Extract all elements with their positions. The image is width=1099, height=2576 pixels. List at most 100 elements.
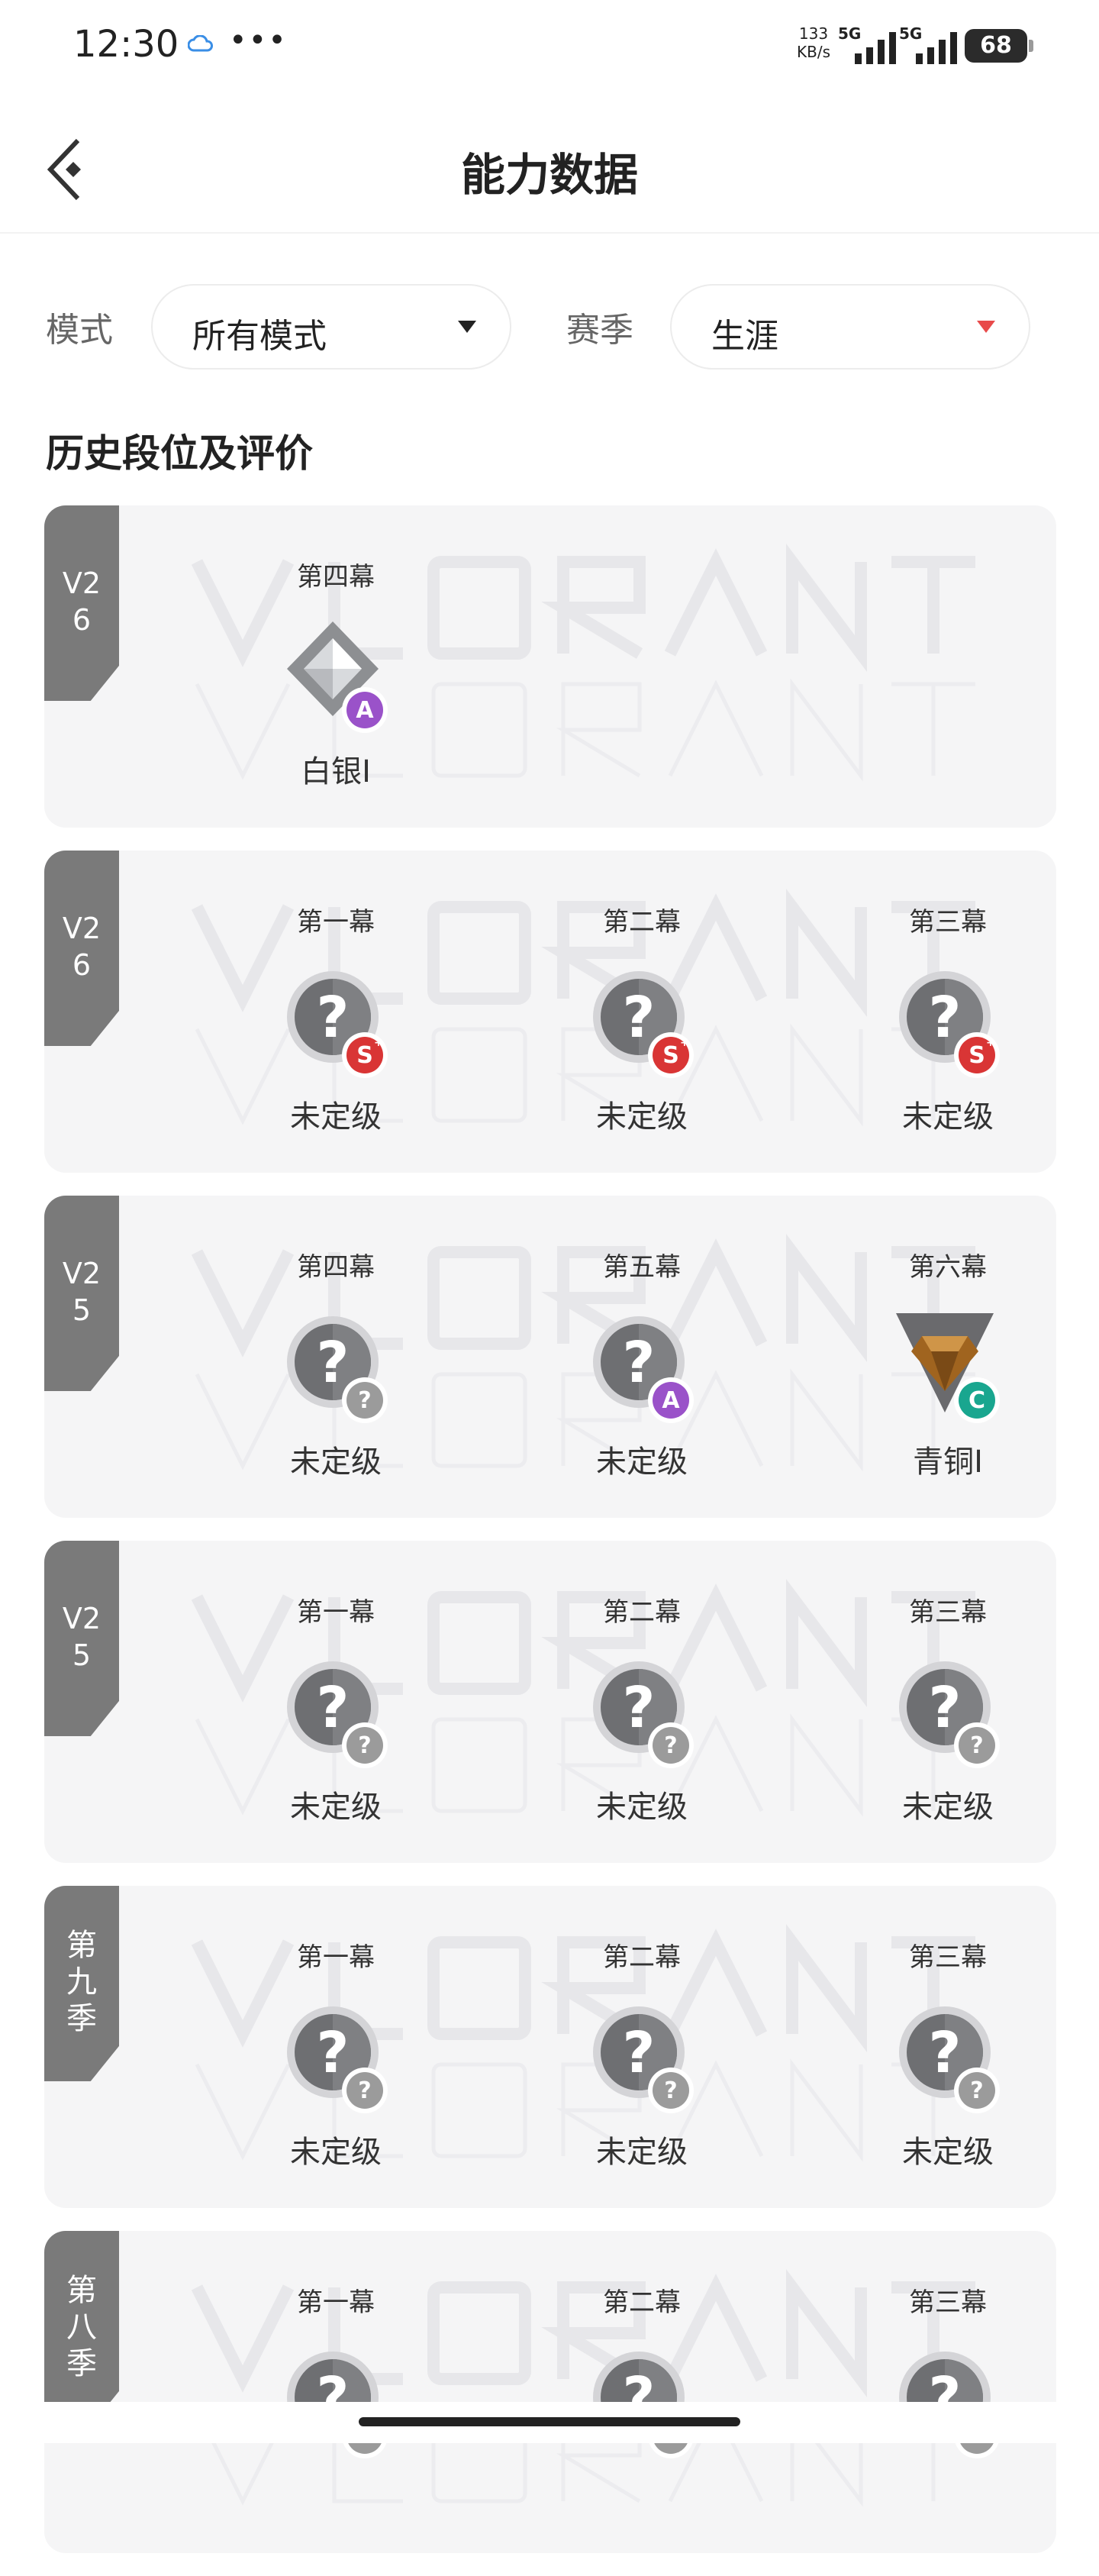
grade-badge-c: C [954, 1377, 1000, 1423]
act-rank-item[interactable]: 第四幕 ? ? 未定级 [252, 1237, 420, 1496]
svg-text:A: A [356, 697, 374, 724]
act-label: 第五幕 [603, 1252, 681, 1283]
rank-name: 未定级 [290, 1099, 382, 1135]
svg-text:?: ? [317, 985, 350, 1051]
act-label: 第二幕 [603, 1597, 681, 1628]
season-card[interactable]: 第九季 第一幕 ? ? 未定级 第二幕 ? ? 未定级 第三幕 ? ? 未定级 [44, 1886, 1056, 2208]
svg-text:?: ? [623, 2020, 656, 2086]
season-value: 生涯 [711, 317, 778, 356]
grade-badge-splus: S + [648, 1032, 694, 1078]
grade-badge-unknown: ? [954, 2068, 1000, 2113]
season-tag: V26 [44, 505, 119, 701]
season-card[interactable]: V25 第四幕 ? ? 未定级 第五幕 ? A 未定级 第六幕 C 青铜I [44, 1196, 1056, 1518]
act-rank-item[interactable]: 第一幕 ? ? 未定级 [252, 1927, 420, 2187]
act-label: 第六幕 [909, 1252, 987, 1283]
svg-text:?: ? [929, 2020, 962, 2086]
season-tag-label: V25 [62, 1602, 102, 1672]
unranked-rank-icon: ? ? [593, 1661, 694, 1768]
rank-name: 未定级 [596, 1099, 688, 1135]
svg-text:?: ? [317, 2020, 350, 2086]
rank-name: 青铜I [913, 1445, 983, 1480]
act-rank-item[interactable]: 第二幕 ? ? 未定级 [558, 1927, 726, 2187]
season-dropdown[interactable]: 生涯 [670, 284, 1030, 370]
mode-dropdown[interactable]: 所有模式 [151, 284, 511, 370]
svg-text:+: + [680, 1037, 689, 1049]
act-rank-item[interactable]: 第三幕 ? ? 未定级 [864, 1927, 1032, 2187]
season-card[interactable]: V26 第四幕 A 白银I [44, 505, 1056, 828]
act-label: 第一幕 [297, 1597, 375, 1628]
season-tag-label: V25 [62, 1257, 102, 1327]
rank-name: 未定级 [902, 1099, 994, 1135]
season-tag: V25 [44, 1541, 119, 1736]
home-indicator[interactable] [359, 2417, 740, 2426]
status-time: 12:30 [73, 23, 179, 66]
act-rank-item[interactable]: 第五幕 ? A 未定级 [558, 1237, 726, 1496]
act-label: 第一幕 [297, 1942, 375, 1973]
svg-text:?: ? [664, 2077, 677, 2104]
act-label: 第二幕 [603, 1942, 681, 1973]
rank-name: 白银I [301, 754, 371, 789]
svg-text:?: ? [929, 985, 962, 1051]
status-bar: 12:30 ••• 133 KB/s 5G 5G 68 [0, 0, 1099, 92]
mode-label: 模式 [46, 311, 113, 350]
battery-indicator: 68 [965, 29, 1033, 63]
rank-name: 未定级 [596, 1790, 688, 1825]
season-tag-label: 第八季 [66, 2273, 97, 2381]
season-card[interactable]: 第八季 第一幕 ? ? 第二幕 ? ? [44, 2231, 1056, 2553]
silver-rank-icon: A [287, 621, 388, 733]
page-title: 能力数据 [460, 149, 638, 201]
act-rank-item[interactable]: 第一幕 ? ? 未定级 [252, 1582, 420, 1842]
svg-text:S: S [356, 1042, 373, 1069]
rank-name: 未定级 [902, 2135, 994, 2170]
svg-text:?: ? [623, 1675, 656, 1741]
unranked-rank-icon: ? ? [287, 1661, 388, 1768]
svg-text:?: ? [970, 1732, 983, 1759]
signal-2: 5G [899, 24, 965, 66]
signal-bars-icon [855, 32, 896, 64]
act-label: 第四幕 [297, 562, 375, 592]
act-rank-item[interactable]: 第二幕 ? S + 未定级 [558, 892, 726, 1151]
season-card[interactable]: V26 第一幕 ? S + 未定级 第二幕 ? S + 未定级 第三幕 ? S … [44, 851, 1056, 1173]
rank-name: 未定级 [290, 2135, 382, 2170]
svg-text:?: ? [970, 2077, 983, 2104]
cloud-icon [188, 35, 213, 52]
svg-text:?: ? [623, 1330, 656, 1396]
unranked-rank-icon: ? S + [287, 971, 388, 1078]
signal-1: 5G [838, 24, 904, 66]
season-tag-label: 第九季 [66, 1928, 97, 2036]
season-list: V26 第四幕 A 白银I V26 第一幕 ? S + 未定级 第二幕 ? S … [44, 505, 1056, 2576]
act-rank-item[interactable]: 第三幕 ? ? 未定级 [864, 1582, 1032, 1842]
section-title: 历史段位及评价 [46, 431, 313, 476]
grade-badge-unknown: ? [954, 1722, 1000, 1768]
act-rank-item[interactable]: 第二幕 ? ? 未定级 [558, 1582, 726, 1842]
season-card[interactable]: V25 第一幕 ? ? 未定级 第二幕 ? ? 未定级 第三幕 ? ? 未定级 [44, 1541, 1056, 1863]
chevron-down-icon [977, 321, 995, 333]
act-label: 第三幕 [909, 2287, 987, 2318]
app-header: 能力数据 [0, 115, 1099, 234]
season-tag: 第八季 [44, 2231, 119, 2426]
act-rank-item[interactable]: 第四幕 A 白银I [252, 547, 420, 806]
svg-text:?: ? [358, 2077, 371, 2104]
act-rank-item[interactable]: 第三幕 ? S + 未定级 [864, 892, 1032, 1151]
act-rank-item[interactable]: 第六幕 C 青铜I [864, 1237, 1032, 1496]
act-label: 第一幕 [297, 907, 375, 938]
grade-badge-splus: S + [954, 1032, 1000, 1078]
unranked-rank-icon: ? ? [287, 2006, 388, 2113]
act-rank-item[interactable]: 第一幕 ? S + 未定级 [252, 892, 420, 1151]
bronze-rank-icon: C [896, 1313, 1000, 1423]
rank-name: 未定级 [290, 1790, 382, 1825]
chevron-down-icon [458, 321, 476, 333]
grade-badge-a: A [648, 1377, 694, 1423]
grade-badge-unknown: ? [342, 1377, 388, 1423]
grade-badge-unknown: ? [342, 1722, 388, 1768]
grade-badge-unknown: ? [648, 1722, 694, 1768]
rank-name: 未定级 [596, 2135, 688, 2170]
mode-value: 所有模式 [192, 317, 327, 356]
act-label: 第三幕 [909, 1942, 987, 1973]
season-tag-label: V26 [62, 567, 102, 637]
svg-text:S: S [968, 1042, 985, 1069]
svg-text:A: A [662, 1387, 680, 1414]
rank-name: 未定级 [596, 1445, 688, 1480]
unranked-rank-icon: ? ? [593, 2006, 694, 2113]
season-tag-label: V26 [62, 912, 102, 982]
